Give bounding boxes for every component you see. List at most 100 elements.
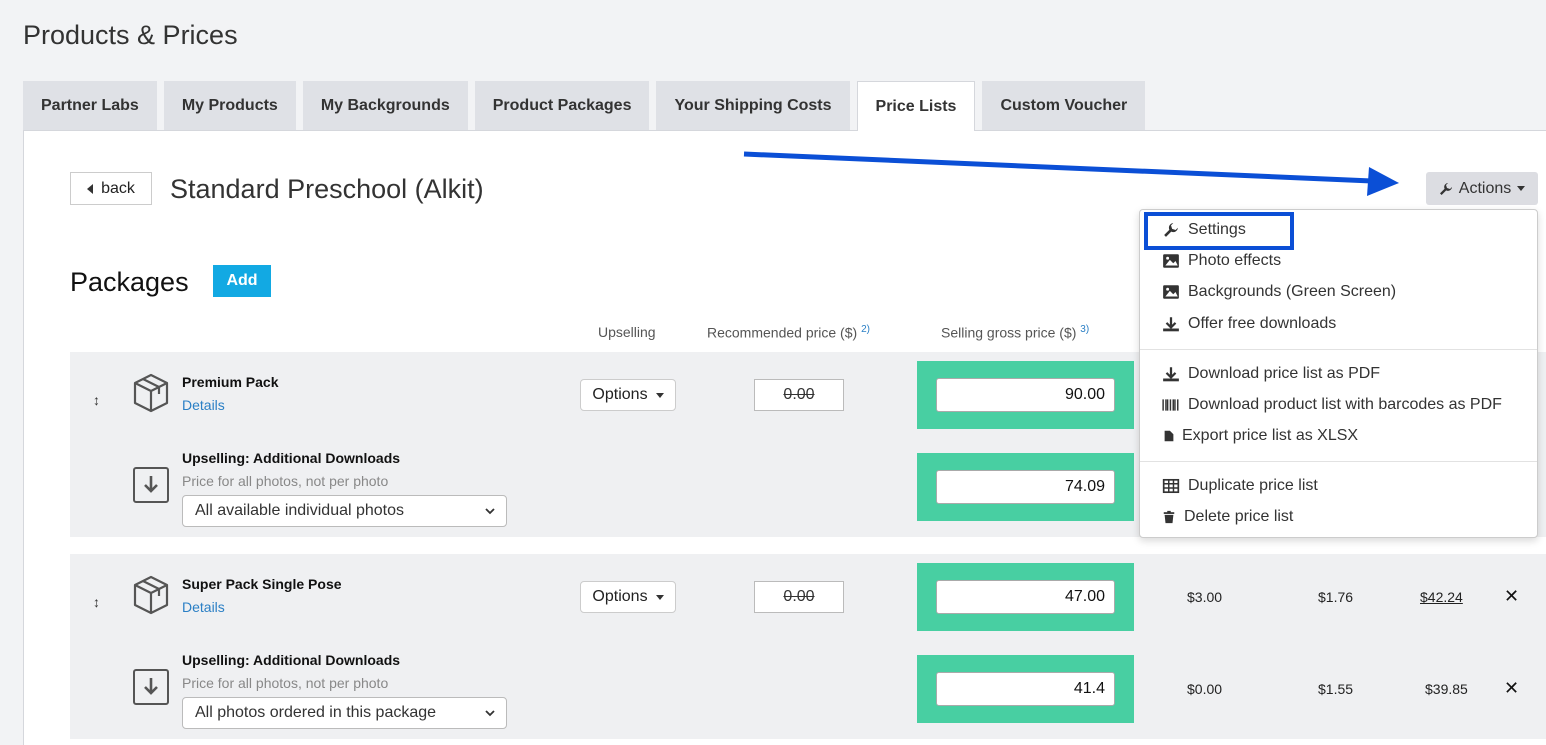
options-label: Options [592,588,648,605]
selling-price-cell: 47.00 [917,563,1134,631]
upsell-price-cell: 41.4 [917,655,1134,723]
menu-item-label: Download price list as PDF [1188,365,1381,382]
selling-price-input[interactable]: 90.00 [936,378,1115,412]
menu-item-delete[interactable]: Delete price list [1140,503,1537,531]
upsell-photo-select[interactable]: All available individual photos [182,495,507,527]
menu-divider [1140,461,1537,462]
column-header-upselling: Upselling [598,324,656,340]
back-button[interactable]: back [70,172,152,205]
upsell-cost-a: $0.00 [1187,681,1223,697]
package-profit-link[interactable]: $42.24 [1420,589,1463,605]
upsell-profit: $39.85 [1425,681,1468,697]
column-label: Upselling [598,324,656,340]
package-cost-b: $1.76 [1318,589,1354,605]
column-header-recommended-price: Recommended price ($) 2) [707,324,870,341]
download-box-icon [133,669,169,705]
menu-divider [1140,349,1537,350]
caret-left-icon [87,183,94,194]
menu-item-label: Settings [1188,221,1246,238]
selling-price-cell: 90.00 [917,361,1134,429]
menu-item-label: Backgrounds (Green Screen) [1188,283,1397,300]
upsell-price-input[interactable]: 74.09 [936,470,1115,504]
menu-item-barcodes-pdf[interactable]: Download product list with barcodes as P… [1140,391,1537,419]
upsell-subtitle: Price for all photos, not per photo [182,675,389,691]
menu-item-export-xlsx[interactable]: Export price list as XLSX [1140,422,1537,450]
recommended-price-field: 0.00 [754,379,844,411]
wrench-icon [1439,182,1452,195]
menu-item-photo-effects[interactable]: Photo effects [1140,247,1537,275]
package-cost-a: $3.00 [1187,589,1223,605]
chevron-down-icon [485,710,495,717]
menu-item-settings[interactable]: Settings [1140,216,1537,244]
recommended-price-field: 0.00 [754,581,844,613]
footnote-ref[interactable]: 2) [861,324,870,335]
upsell-name: Upselling: Additional Downloads [182,652,401,668]
details-link[interactable]: Details [182,599,225,615]
upsell-select-value: All photos ordered in this package [195,704,437,721]
selling-price-input[interactable]: 47.00 [936,580,1115,614]
upsell-select-value: All available individual photos [195,502,405,519]
tab-shipping-costs[interactable]: Your Shipping Costs [656,81,850,130]
column-header-selling-price: Selling gross price ($) 3) [941,324,1089,341]
drag-handle-icon[interactable]: ↕ [93,392,100,408]
price-list-title: Standard Preschool (Alkit) [170,174,484,204]
package-box-icon [133,575,169,615]
options-button[interactable]: Options [580,379,676,411]
column-label: Selling gross price ($) [941,324,1077,341]
tab-bar: Partner Labs My Products My Backgrounds … [23,81,1152,131]
upsell-subtitle: Price for all photos, not per photo [182,473,389,489]
options-label: Options [592,386,648,403]
delete-upsell-icon[interactable]: ✕ [1504,678,1519,699]
package-name: Premium Pack [182,374,279,390]
footnote-ref[interactable]: 3) [1080,324,1089,335]
wrench-icon [1164,223,1178,237]
delete-package-icon[interactable]: ✕ [1504,586,1519,607]
tab-price-lists[interactable]: Price Lists [856,81,976,131]
menu-item-label: Duplicate price list [1188,477,1318,494]
actions-button[interactable]: Actions [1426,172,1538,205]
tab-my-products[interactable]: My Products [163,81,296,130]
image-icon [1163,285,1179,299]
download-icon [1163,317,1179,332]
table-icon [1162,478,1180,494]
actions-menu: Settings Photo effects Backgrounds (Gree… [1139,209,1538,538]
download-box-icon [133,467,169,503]
caret-down-icon [655,392,664,398]
caret-down-icon [655,594,664,600]
package-name: Super Pack Single Pose [182,576,342,592]
actions-label: Actions [1458,179,1512,197]
drag-handle-icon[interactable]: ↕ [93,594,100,610]
packages-heading: Packages [70,267,189,297]
trash-icon [1163,510,1175,524]
image-icon [1163,254,1179,268]
column-label: Recommended price ($) [707,324,858,341]
menu-item-download-pdf[interactable]: Download price list as PDF [1140,360,1537,388]
menu-item-free-downloads[interactable]: Offer free downloads [1140,310,1537,338]
add-package-button[interactable]: Add [213,265,271,297]
menu-item-label: Photo effects [1188,252,1282,269]
package-box-icon [133,373,169,413]
tab-partner-labs[interactable]: Partner Labs [23,81,157,130]
upsell-cost-b: $1.55 [1318,681,1354,697]
upsell-photo-select[interactable]: All photos ordered in this package [182,697,507,729]
package-row: ↕ Super Pack Single Pose Details Options… [70,554,1546,739]
menu-item-label: Download product list with barcodes as P… [1188,396,1502,413]
menu-item-label: Export price list as XLSX [1182,427,1359,444]
upsell-price-cell: 74.09 [917,453,1134,521]
menu-item-label: Offer free downloads [1188,315,1337,332]
page-title: Products & Prices [23,20,238,50]
details-link[interactable]: Details [182,397,225,413]
tab-custom-voucher[interactable]: Custom Voucher [982,81,1146,130]
tab-my-backgrounds[interactable]: My Backgrounds [302,81,468,130]
menu-item-label: Delete price list [1184,508,1294,525]
caret-down-icon [1517,186,1526,191]
tab-product-packages[interactable]: Product Packages [474,81,650,130]
back-label: back [101,179,135,197]
options-button[interactable]: Options [580,581,676,613]
barcode-icon [1162,399,1179,411]
menu-item-duplicate[interactable]: Duplicate price list [1140,472,1537,500]
file-icon [1164,430,1174,442]
menu-item-backgrounds[interactable]: Backgrounds (Green Screen) [1140,278,1537,306]
chevron-down-icon [485,508,495,515]
upsell-price-input[interactable]: 41.4 [936,672,1115,706]
